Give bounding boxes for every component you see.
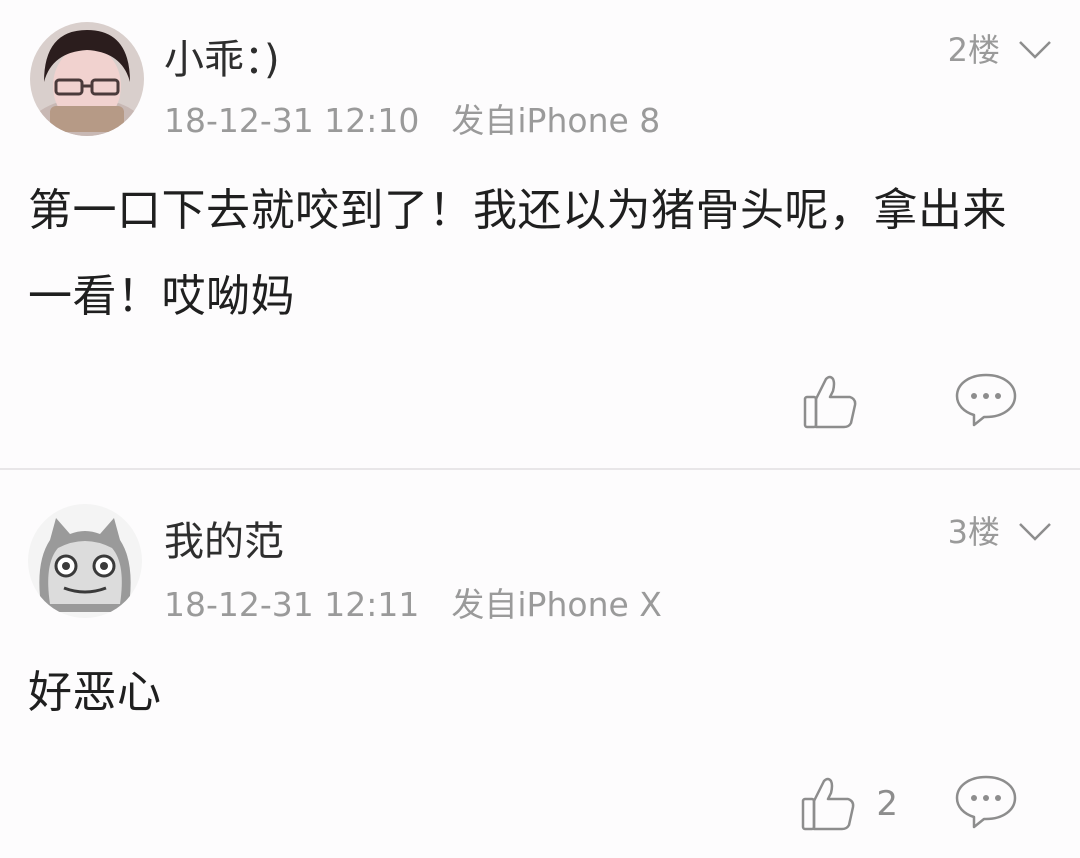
like-count: 2	[876, 784, 898, 824]
device-label: 发自iPhone 8	[451, 101, 661, 140]
thumbs-up-icon[interactable]	[800, 775, 856, 833]
chevron-down-icon[interactable]	[1018, 40, 1052, 60]
comment-meta: 18-12-31 12:11 发自iPhone X	[164, 588, 662, 621]
like-button[interactable]	[802, 373, 898, 431]
comment-actions: 2	[800, 774, 1018, 834]
floor-label: 3楼	[947, 513, 1000, 551]
username[interactable]: 小乖：)	[164, 40, 280, 80]
floor-menu[interactable]: 2楼	[948, 34, 1052, 66]
avatar[interactable]	[28, 504, 142, 618]
reply-button[interactable]	[954, 372, 1018, 432]
floor-label: 2楼	[947, 31, 1000, 69]
thumbs-up-icon[interactable]	[802, 373, 858, 431]
chat-bubble-icon[interactable]	[954, 372, 1018, 428]
comment-text: 第一口下去就咬到了！我还以为猪骨头呢，拿出来一看！哎呦妈	[28, 185, 1007, 322]
comment-text: 好恶心	[28, 667, 162, 718]
avatar[interactable]	[30, 22, 144, 136]
reply-button[interactable]	[954, 774, 1018, 834]
comment-meta: 18-12-31 12:10 发自iPhone 8	[164, 104, 660, 137]
chevron-down-icon[interactable]	[1018, 522, 1052, 542]
timestamp: 18-12-31 12:11	[164, 585, 420, 624]
comment-item: 小乖：) 18-12-31 12:10 发自iPhone 8 2楼 第一口下去就咬…	[0, 0, 1080, 468]
device-label: 发自iPhone X	[451, 585, 662, 624]
timestamp: 18-12-31 12:10	[164, 101, 420, 140]
floor-menu[interactable]: 3楼	[948, 516, 1052, 548]
comment-actions	[802, 372, 1018, 432]
like-button[interactable]: 2	[800, 775, 898, 833]
username[interactable]: 我的范	[164, 522, 284, 562]
chat-bubble-icon[interactable]	[954, 774, 1018, 830]
comment-item: 我的范 18-12-31 12:11 发自iPhone X 3楼 好恶心 2	[0, 470, 1080, 858]
